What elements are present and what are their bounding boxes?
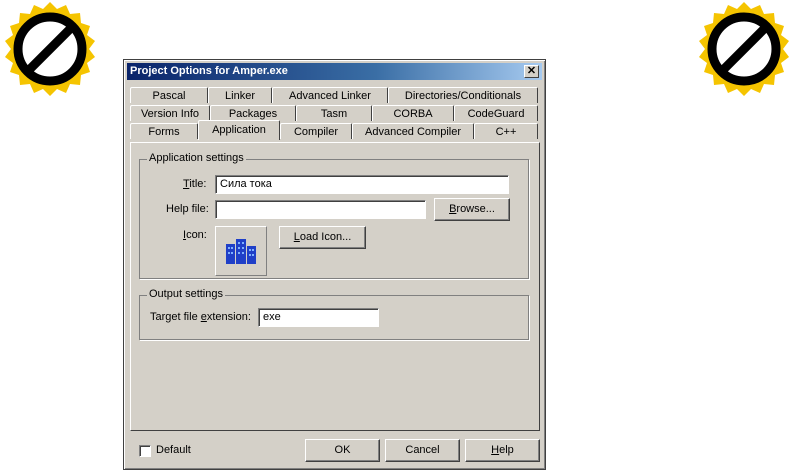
tab-advanced-linker[interactable]: Advanced Linker — [272, 87, 388, 103]
close-button[interactable]: ✕ — [524, 65, 539, 78]
buildings-icon — [226, 239, 256, 264]
dialog-title: Project Options for Amper.exe — [130, 65, 288, 77]
target-extension-input[interactable]: exe — [258, 308, 379, 327]
application-settings-group: Application settings Title: Сила тока He… — [139, 152, 529, 279]
tab-forms[interactable]: Forms — [130, 123, 198, 139]
title-input[interactable]: Сила тока — [215, 175, 509, 194]
close-icon: ✕ — [526, 65, 537, 77]
tab-codeguard[interactable]: CodeGuard — [454, 105, 538, 121]
tab-tasm[interactable]: Tasm — [296, 105, 372, 121]
help-file-input[interactable] — [215, 200, 426, 219]
tab-packages[interactable]: Packages — [210, 105, 296, 121]
tab-version-info[interactable]: Version Info — [130, 105, 210, 121]
prohibited-badge-icon — [5, 2, 95, 96]
output-settings-legend: Output settings — [147, 288, 225, 300]
ok-button[interactable]: OK — [305, 439, 380, 462]
default-label[interactable]: Default — [156, 444, 191, 456]
tab-compiler[interactable]: Compiler — [280, 123, 352, 139]
application-icon-preview — [215, 226, 267, 276]
browse-button[interactable]: Browse... — [434, 198, 510, 221]
project-options-dialog: Project Options for Amper.exe ✕ Pascal L… — [123, 59, 546, 470]
tab-directories-conditionals[interactable]: Directories/Conditionals — [388, 87, 538, 103]
icon-label: Icon: — [183, 229, 207, 241]
default-checkbox[interactable] — [139, 445, 151, 457]
cancel-button[interactable]: Cancel — [385, 439, 460, 462]
tab-panel-application: Application settings Title: Сила тока He… — [130, 142, 540, 431]
tab-linker[interactable]: Linker — [208, 87, 272, 103]
output-settings-group: Output settings Target file extension: e… — [139, 288, 529, 340]
tab-application[interactable]: Application — [198, 120, 280, 140]
title-bar[interactable]: Project Options for Amper.exe ✕ — [127, 63, 542, 80]
help-button[interactable]: Help — [465, 439, 540, 462]
load-icon-button[interactable]: Load Icon... — [279, 226, 366, 249]
tab-cpp[interactable]: C++ — [474, 123, 538, 139]
help-file-label: Help file: — [166, 203, 209, 215]
tab-corba[interactable]: CORBA — [372, 105, 454, 121]
prohibited-badge-icon — [699, 2, 789, 96]
title-label: Title: — [183, 178, 207, 190]
tab-pascal[interactable]: Pascal — [130, 87, 208, 103]
application-settings-legend: Application settings — [147, 152, 246, 164]
tab-advanced-compiler[interactable]: Advanced Compiler — [352, 123, 474, 139]
target-extension-label: Target file extension: — [150, 311, 251, 323]
